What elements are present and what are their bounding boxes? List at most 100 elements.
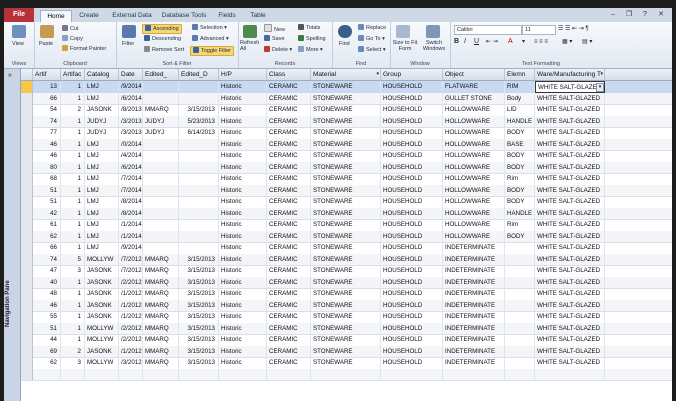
cell-material[interactable]: STONEWARE — [311, 357, 381, 369]
cell-cataloger[interactable]: JASONK — [85, 288, 119, 300]
cell-material[interactable]: STONEWARE — [311, 184, 381, 196]
cell-date[interactable]: /3/2013 — [119, 115, 143, 127]
cell-ware-manufacturing[interactable]: WHITE SALT-GLAZED — [535, 242, 605, 254]
cell-class[interactable]: CERAMIC — [267, 115, 311, 127]
cell-cataloger[interactable]: JASONK — [85, 265, 119, 277]
cell-ware-manufacturing[interactable]: WHITE SALT-GLAZED — [535, 127, 605, 139]
column-header-group[interactable]: Group — [381, 69, 443, 80]
close-icon[interactable]: ✕ — [656, 10, 666, 19]
cell-cataloger[interactable]: JUDYJ — [85, 127, 119, 139]
cell-ware-manufacturing[interactable]: WHITE SALT-GLAZED — [535, 311, 605, 323]
cell-cataloger[interactable]: LMJ — [85, 184, 119, 196]
paste-button[interactable]: Paste — [39, 40, 53, 48]
cell-object[interactable]: INDETERMINATE — [443, 357, 505, 369]
cell-object[interactable]: HOLLOWWARE — [443, 115, 505, 127]
cell-artifact-id[interactable]: 46 — [33, 138, 61, 150]
cell-hp[interactable]: Historic — [219, 184, 267, 196]
cell-date[interactable]: /1/2012 — [119, 288, 143, 300]
advanced-button[interactable]: Advanced ▾ — [192, 35, 229, 43]
cell-artifact-count[interactable]: 1 — [61, 184, 85, 196]
column-header-object[interactable]: Object — [443, 69, 505, 80]
cell-ware-manufacturing[interactable]: WHITE SALT-GLAZED — [535, 288, 605, 300]
cell-element[interactable]: BASE — [505, 138, 535, 150]
cell-artifact-id[interactable]: 61 — [33, 219, 61, 231]
cell-artifact-id[interactable]: 48 — [33, 288, 61, 300]
cell-edited-by[interactable]: JUDYJ — [143, 127, 179, 139]
record-selector[interactable] — [21, 81, 33, 93]
cell-date[interactable] — [119, 368, 143, 380]
cell-edited-by[interactable] — [143, 368, 179, 380]
cell-artifact-id[interactable] — [33, 368, 61, 380]
cell-cataloger[interactable]: LMJ — [85, 161, 119, 173]
cell-date[interactable]: /9/2014 — [119, 81, 143, 93]
cell-hp[interactable]: Historic — [219, 299, 267, 311]
refresh-all-button[interactable]: Refresh All — [240, 40, 262, 52]
cell-artifact-id[interactable]: 40 — [33, 276, 61, 288]
cell-edited-date[interactable]: 6/14/2013 — [179, 127, 219, 139]
column-header-cataloger[interactable]: Catalog — [85, 69, 119, 80]
cell-material[interactable]: STONEWARE — [311, 81, 381, 93]
cell-material[interactable]: STONEWARE — [311, 104, 381, 116]
cell-cataloger[interactable]: JASONK — [85, 311, 119, 323]
cell-artifact-id[interactable]: 13 — [33, 81, 61, 93]
cell-artifact-count[interactable]: 1 — [61, 322, 85, 334]
cell-element[interactable]: HANDLE — [505, 207, 535, 219]
cell-material[interactable]: STONEWARE — [311, 345, 381, 357]
cell-artifact-count[interactable]: 1 — [61, 127, 85, 139]
cell-artifact-count[interactable]: 1 — [61, 299, 85, 311]
cell-edited-date[interactable] — [179, 219, 219, 231]
cell-element[interactable] — [505, 253, 535, 265]
cell-group[interactable]: HOUSEHOLD — [381, 127, 443, 139]
cell-element[interactable] — [505, 288, 535, 300]
cell-date[interactable]: /8/2014 — [119, 196, 143, 208]
cell-class[interactable]: CERAMIC — [267, 299, 311, 311]
cell-element[interactable]: HANDLE — [505, 115, 535, 127]
cell-edited-by[interactable] — [143, 173, 179, 185]
cell-ware-manufacturing[interactable]: WHITE SALT-GLAZED — [535, 322, 605, 334]
cell-hp[interactable]: Historic — [219, 127, 267, 139]
cell-artifact-count[interactable]: 1 — [61, 173, 85, 185]
cell-edited-by[interactable] — [143, 219, 179, 231]
totals-button[interactable]: Totals — [298, 24, 320, 32]
cell-group[interactable]: HOUSEHOLD — [381, 207, 443, 219]
cell-material[interactable]: STONEWARE — [311, 276, 381, 288]
cell-cataloger[interactable]: LMJ — [85, 207, 119, 219]
cell-cataloger[interactable]: LMJ — [85, 242, 119, 254]
cell-date[interactable]: /8/2014 — [119, 207, 143, 219]
cell-ware-manufacturing[interactable]: WHITE SALT-GLAZED — [535, 196, 605, 208]
cell-class[interactable]: CERAMIC — [267, 242, 311, 254]
cell-artifact-count[interactable]: 1 — [61, 219, 85, 231]
cell-material[interactable]: STONEWARE — [311, 311, 381, 323]
cell-edited-by[interactable]: MMARQ — [143, 345, 179, 357]
cell-date[interactable]: /9/2014 — [119, 242, 143, 254]
cell-class[interactable]: CERAMIC — [267, 81, 311, 93]
cut-button[interactable]: Cut — [62, 25, 79, 33]
tab-database-tools[interactable]: Database Tools — [158, 10, 210, 22]
cell-element[interactable] — [505, 357, 535, 369]
cell-group[interactable]: HOUSEHOLD — [381, 104, 443, 116]
record-selector[interactable] — [21, 357, 33, 369]
cell-artifact-count[interactable] — [61, 368, 85, 380]
replace-button[interactable]: Replace — [358, 24, 386, 32]
cell-artifact-id[interactable]: 74 — [33, 253, 61, 265]
record-selector[interactable] — [21, 161, 33, 173]
tab-create[interactable]: Create — [74, 10, 104, 22]
cell-cataloger[interactable]: LMJ — [85, 230, 119, 242]
cell-object[interactable]: HOLLOWWARE — [443, 196, 505, 208]
cell-edited-date[interactable]: 3/15/2013 — [179, 311, 219, 323]
restore-icon[interactable]: ❐ — [624, 10, 634, 19]
ascending-button[interactable]: Ascending — [142, 24, 182, 34]
cell-date[interactable]: /7/2012 — [119, 265, 143, 277]
cell-edited-by[interactable] — [143, 81, 179, 93]
cell-object[interactable] — [443, 368, 505, 380]
new-record-button[interactable]: New — [264, 24, 285, 34]
cell-edited-date[interactable]: 3/15/2013 — [179, 322, 219, 334]
cell-ware-manufacturing[interactable]: WHITE SALT-GLAZED — [535, 357, 605, 369]
find-button[interactable]: Find — [339, 40, 350, 48]
cell-class[interactable]: CERAMIC — [267, 288, 311, 300]
cell-edited-date[interactable]: 5/23/2013 — [179, 115, 219, 127]
cell-group[interactable]: HOUSEHOLD — [381, 242, 443, 254]
cell-object[interactable]: INDETERMINATE — [443, 288, 505, 300]
descending-button[interactable]: Descending — [144, 35, 181, 43]
cell-edited-by[interactable]: MMARQ — [143, 299, 179, 311]
